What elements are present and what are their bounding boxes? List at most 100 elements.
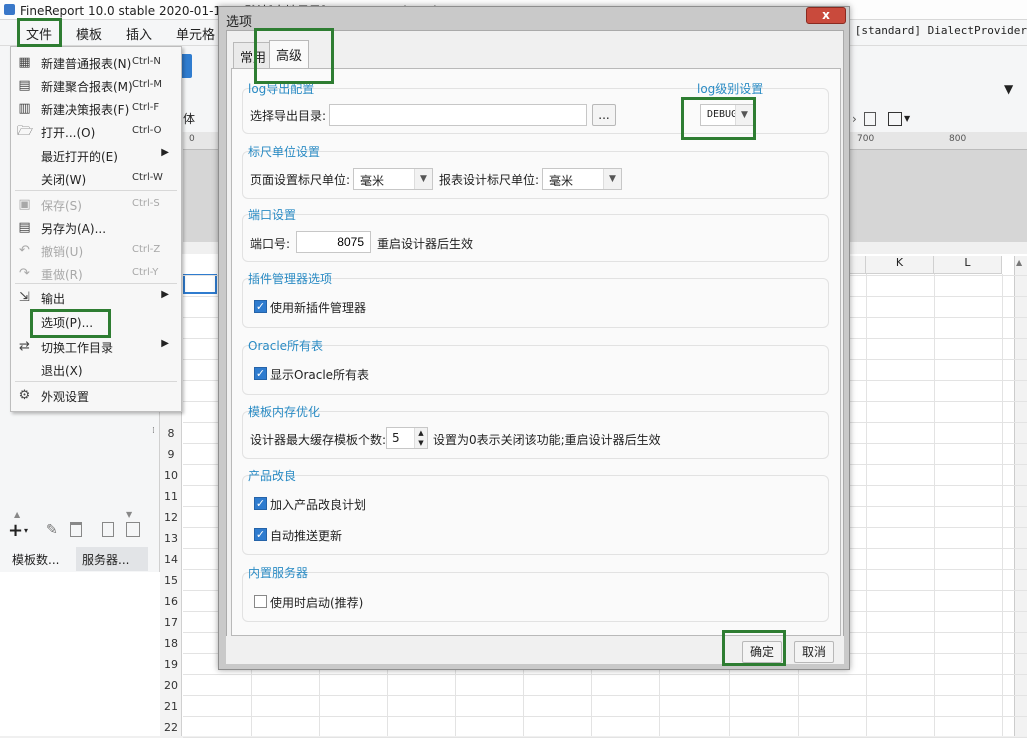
page-ruler-select[interactable]: 毫米 ▼ — [353, 168, 433, 190]
row-number[interactable]: 15 — [160, 574, 182, 587]
column-header[interactable]: K — [866, 256, 934, 274]
row-number[interactable]: 8 — [160, 427, 182, 440]
file-menu-item-label: 切换工作目录 — [41, 341, 114, 355]
add-dropdown-icon[interactable]: ▾ — [24, 526, 28, 535]
oracle-option-label: 显示Oracle所有表 — [270, 368, 370, 382]
file-menu-item[interactable]: ▣ 保存(S) Ctrl-S — [11, 193, 181, 216]
highlight-box — [30, 309, 111, 338]
aggregate-report-icon: ▤ — [18, 78, 31, 93]
improve-title: 产品改良 — [248, 469, 297, 483]
tab-server[interactable]: 服务器... — [76, 547, 148, 571]
splitter-grip-icon[interactable]: ⁞ — [152, 426, 155, 436]
row-number[interactable]: 17 — [160, 616, 182, 629]
plugin-checkbox[interactable]: ✓ — [254, 300, 267, 313]
add-icon[interactable]: + — [8, 520, 23, 541]
close-icon[interactable]: x — [806, 7, 846, 24]
locate-icon[interactable] — [126, 522, 140, 537]
plugin-option-label: 使用新插件管理器 — [270, 301, 367, 315]
folder-open-icon: 🗁 — [17, 124, 34, 139]
tab-template-data[interactable]: 模板数... — [6, 547, 65, 571]
row-number[interactable]: 14 — [160, 553, 182, 566]
scroll-up-icon[interactable]: ▲ — [1016, 258, 1022, 267]
export-dir-label: 选择导出目录: — [250, 109, 327, 123]
page-ruler-label: 页面设置标尺单位: — [250, 173, 351, 187]
column-header[interactable]: L — [934, 256, 1002, 274]
row-number[interactable]: 10 — [160, 469, 182, 482]
file-menu-item[interactable]: 最近打开的(E) ▶ — [11, 144, 181, 167]
memory-label: 设计器最大缓存模板个数: — [250, 433, 387, 447]
oracle-title: Oracle所有表 — [248, 339, 324, 353]
port-label: 端口号: — [250, 237, 291, 251]
row-number[interactable]: 18 — [160, 637, 182, 650]
left-panel-content — [0, 572, 160, 736]
shortcut-label: Ctrl-O — [132, 125, 162, 136]
row-number[interactable]: 20 — [160, 679, 182, 692]
row-number[interactable]: 22 — [160, 721, 182, 734]
row-number[interactable]: 16 — [160, 595, 182, 608]
shortcut-label: Ctrl-Y — [132, 267, 159, 278]
row-number[interactable]: 19 — [160, 658, 182, 671]
file-menu-item[interactable]: ▤ 另存为(A)... — [11, 216, 181, 239]
menu-template[interactable]: 模板 — [70, 24, 108, 43]
paint-format-icon[interactable]: ▼ — [1004, 82, 1013, 96]
border-icon[interactable] — [888, 112, 902, 126]
port-note: 重启设计器后生效 — [377, 237, 474, 251]
auto-update-checkbox[interactable]: ✓ — [254, 528, 267, 541]
report-ruler-label: 报表设计标尺单位: — [439, 173, 540, 187]
file-menu-item[interactable]: ⇲ 输出 ▶ — [11, 286, 181, 309]
collapse-down-icon[interactable]: ▼ — [126, 510, 132, 519]
oracle-checkbox[interactable]: ✓ — [254, 367, 267, 380]
plugin-title: 插件管理器选项 — [248, 272, 333, 286]
file-menu-item[interactable]: ↶ 撤销(U) Ctrl-Z — [11, 239, 181, 262]
server-checkbox[interactable] — [254, 595, 267, 608]
preview-icon[interactable] — [102, 522, 114, 537]
decision-report-icon: ▥ — [18, 101, 31, 116]
export-dir-input[interactable] — [329, 104, 587, 126]
report-ruler-select[interactable]: 毫米 ▼ — [542, 168, 622, 190]
file-menu-item-label: 新建决策报表(F) — [41, 103, 130, 117]
file-menu-item[interactable]: ▦ 新建普通报表(N) Ctrl-N — [11, 51, 181, 74]
highlight-box — [254, 28, 334, 84]
save-as-icon: ▤ — [18, 220, 31, 235]
ruler-mark: 700 — [857, 134, 875, 144]
file-menu-item[interactable]: ▥ 新建决策报表(F) Ctrl-F — [11, 97, 181, 120]
font-name-fragment[interactable]: 体 — [183, 110, 195, 127]
file-menu-item-label: 重做(R) — [41, 268, 83, 282]
border-dropdown-icon[interactable]: ▼ — [904, 114, 910, 123]
file-menu-item[interactable]: 退出(X) — [11, 358, 181, 381]
row-number[interactable]: 21 — [160, 700, 182, 713]
file-menu-item[interactable]: ↷ 重做(R) Ctrl-Y — [11, 262, 181, 285]
row-number[interactable]: 13 — [160, 532, 182, 545]
delete-icon[interactable] — [70, 522, 82, 537]
arrow-icon[interactable]: › — [852, 112, 857, 126]
stepper-down-icon[interactable]: ▼ — [414, 438, 427, 448]
row-number[interactable]: 12 — [160, 511, 182, 524]
file-menu-item-label: 打开...(O) — [41, 126, 96, 140]
file-menu-item[interactable]: 关闭(W) Ctrl-W — [11, 167, 181, 190]
align-icon[interactable] — [864, 112, 876, 126]
improve-plan-checkbox[interactable]: ✓ — [254, 497, 267, 510]
stepper-up-icon[interactable]: ▲ — [414, 428, 427, 438]
file-menu-item[interactable]: ⚙ 外观设置 — [11, 384, 181, 407]
file-menu-item[interactable]: 🗁 打开...(O) Ctrl-O — [11, 120, 181, 143]
file-menu-item[interactable]: ⇄ 切换工作目录 ▶ — [11, 335, 181, 358]
cache-count-value: 5 — [392, 431, 400, 445]
browse-button[interactable]: ... — [592, 104, 616, 126]
file-menu-item[interactable]: ▤ 新建聚合报表(M) Ctrl-M — [11, 74, 181, 97]
selected-cell[interactable] — [183, 274, 217, 294]
grid-column-line — [1002, 274, 1003, 736]
cache-count-stepper[interactable]: 5 ▲ ▼ — [386, 427, 428, 449]
row-number[interactable]: 9 — [160, 448, 182, 461]
file-menu-item-label: 输出 — [41, 292, 66, 306]
shortcut-label: Ctrl-F — [132, 102, 160, 113]
collapse-up-icon[interactable]: ▲ — [14, 510, 20, 519]
row-number[interactable]: 11 — [160, 490, 182, 503]
cancel-button[interactable]: 取消 — [794, 641, 834, 663]
vertical-scrollbar[interactable] — [1014, 256, 1027, 736]
port-input[interactable] — [296, 231, 371, 253]
edit-icon[interactable]: ✎ — [46, 522, 58, 538]
menu-separator — [15, 190, 177, 191]
menu-cell[interactable]: 单元格 — [170, 24, 221, 43]
menu-insert[interactable]: 插入 — [120, 24, 158, 43]
server-title: 内置服务器 — [248, 566, 309, 580]
